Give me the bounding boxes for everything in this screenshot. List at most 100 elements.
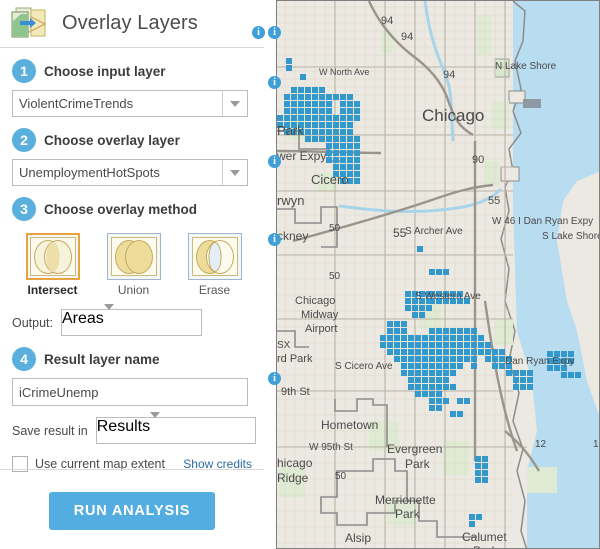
hotspot-cell <box>436 377 442 383</box>
hotspot-cell <box>291 108 297 114</box>
hotspot-cell <box>436 335 442 341</box>
output-row: Output: Areas <box>0 304 264 336</box>
hotspot-cell <box>478 349 484 355</box>
hotspot-cell <box>405 298 411 304</box>
input-layer-select[interactable]: ViolentCrimeTrends <box>12 90 248 117</box>
hotspot-cell <box>422 335 428 341</box>
overlay-method-union[interactable]: Union <box>93 233 174 297</box>
hotspot-cell <box>340 136 346 142</box>
hotspot-cell <box>326 122 332 128</box>
map-label: Airport <box>305 323 338 335</box>
hotspot-cell <box>429 269 435 275</box>
hotspot-cell <box>482 463 488 469</box>
hotspot-cell <box>305 136 311 142</box>
save-result-dropdown-arrow[interactable] <box>150 412 161 443</box>
hotspot-cell <box>347 115 353 121</box>
step-1-badge: 1 <box>12 59 36 83</box>
hotspot-cell <box>436 384 442 390</box>
map-label: Alsip <box>345 531 372 545</box>
hotspot-cell <box>436 349 442 355</box>
hotspot-cell <box>471 356 477 362</box>
hotspot-cell <box>457 356 463 362</box>
map-label: wer Expy <box>277 149 327 163</box>
hotspot-cell <box>443 363 449 369</box>
hotspot-cell <box>457 349 463 355</box>
info-icon[interactable]: i <box>268 155 281 168</box>
hotspot-cell <box>286 58 292 64</box>
map-label: Chicago <box>422 106 485 125</box>
hotspot-cell <box>429 405 435 411</box>
hotspot-cell <box>419 312 425 318</box>
hotspot-cell <box>394 335 400 341</box>
output-dropdown-arrow[interactable] <box>103 304 114 335</box>
hotspot-cell <box>422 342 428 348</box>
overlay-method-intersect[interactable]: Intersect <box>12 233 93 297</box>
hotspot-cell <box>464 328 470 334</box>
hotspot-cell <box>401 328 407 334</box>
overlay-layer-select[interactable]: UnemploymentHotSpots <box>12 159 248 186</box>
info-icon[interactable]: i <box>268 26 281 39</box>
hotspot-cell <box>354 178 360 184</box>
map-label: N Lake Shore <box>495 61 557 72</box>
hotspot-cell <box>340 164 346 170</box>
hotspot-cell <box>354 171 360 177</box>
hotspot-cell <box>300 74 306 80</box>
map-canvas[interactable]: Chicago W North Ave Cicero rwyn ckney Chicago… <box>276 0 600 549</box>
overlay-layer-dropdown-arrow[interactable] <box>222 160 247 185</box>
hotspot-cell <box>429 398 435 404</box>
footer-divider <box>0 469 264 470</box>
output-value: Areas <box>62 310 104 327</box>
hotspot-cell <box>354 150 360 156</box>
hotspot-cell <box>415 384 421 390</box>
hotspot-cell <box>422 377 428 383</box>
hotspot-cell <box>429 328 435 334</box>
hotspot-cell <box>464 335 470 341</box>
erase-tile[interactable] <box>187 233 242 280</box>
run-analysis-button[interactable]: RUN ANALYSIS <box>49 492 215 530</box>
step-3-row: 3 Choose overlay method <box>12 197 252 221</box>
hotspot-cell <box>443 377 449 383</box>
hotspot-cell <box>482 456 488 462</box>
info-icon[interactable]: i <box>268 76 281 89</box>
map-label: 50 <box>329 271 341 282</box>
hotspot-cell <box>471 342 477 348</box>
hotspot-cell <box>450 356 456 362</box>
hotspot-cell <box>412 312 418 318</box>
hotspot-cell <box>394 321 400 327</box>
hotspot-cell <box>333 136 339 142</box>
info-icon[interactable]: i <box>252 26 265 39</box>
hotspot-cell <box>333 157 339 163</box>
intersect-tile[interactable] <box>25 233 80 280</box>
hotspot-cell <box>291 115 297 121</box>
hotspot-cell <box>476 514 482 520</box>
hotspot-cell <box>469 514 475 520</box>
hotspot-cell <box>312 87 318 93</box>
union-tile[interactable] <box>106 233 161 280</box>
overlay-method-erase[interactable]: Erase <box>174 233 255 297</box>
hotspot-cell <box>457 335 463 341</box>
hotspot-cell <box>312 136 318 142</box>
hotspot-cell <box>401 356 407 362</box>
hotspot-cell <box>326 101 332 107</box>
info-icon[interactable]: i <box>268 372 281 385</box>
map-label: 94 <box>401 31 414 43</box>
hotspot-cell <box>387 328 393 334</box>
hotspot-cell <box>471 335 477 341</box>
result-layer-name-input[interactable]: iCrimeUnemp <box>12 378 248 406</box>
info-icon[interactable]: i <box>268 233 281 246</box>
hotspot-cell <box>436 342 442 348</box>
hotspot-cell <box>298 94 304 100</box>
hotspot-cell <box>429 342 435 348</box>
hotspot-cell <box>443 349 449 355</box>
save-result-select[interactable]: Results <box>95 412 256 444</box>
hotspot-cell <box>443 356 449 362</box>
hotspot-cell <box>305 122 311 128</box>
output-select[interactable]: Areas <box>61 304 202 336</box>
step-3-badge: 3 <box>12 197 36 221</box>
input-layer-dropdown-arrow[interactable] <box>222 91 247 116</box>
map-label: Park <box>405 457 430 471</box>
hotspot-cell <box>412 305 418 311</box>
step-4-row: 4 Result layer name <box>12 347 252 371</box>
map-label: S Western Ave <box>415 291 481 302</box>
map-label: S Cicero Ave <box>335 361 393 372</box>
